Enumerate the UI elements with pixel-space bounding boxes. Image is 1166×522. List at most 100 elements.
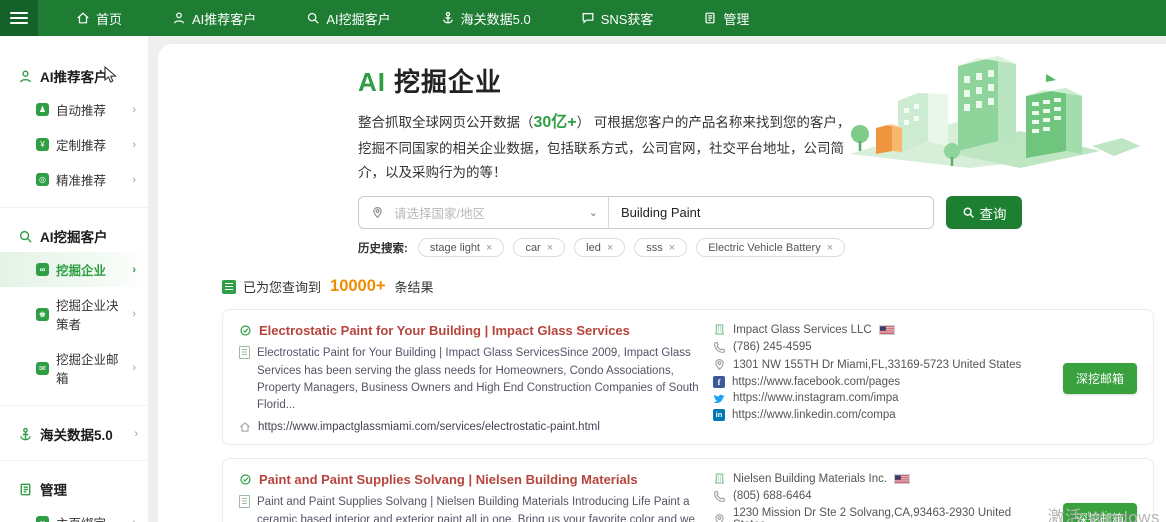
sidebar-section-ai-mining: AI挖掘客户 ∞ 挖掘企业 › ♚ 挖掘企业决策者 › ✉ 挖掘企业邮箱 › (0, 216, 148, 406)
result-description-row: Electrostatic Paint for Your Building | … (239, 345, 699, 414)
tag-close-icon[interactable]: × (607, 242, 613, 254)
sidebar-header-customs[interactable]: 海关数据5.0 › (0, 418, 148, 450)
company-name: Impact Glass Services LLC (733, 324, 872, 336)
company-row: Nielsen Building Materials Inc. (713, 472, 1041, 485)
linkedin-row[interactable]: in https://www.linkedin.com/compa (713, 409, 1041, 421)
phone-row: (805) 688-6464 (713, 490, 1041, 503)
document-icon (18, 482, 33, 497)
sidebar-header-ai-mining[interactable]: AI挖掘客户 (0, 220, 148, 252)
sidebar-header-label: AI推荐客户 (40, 66, 108, 86)
page-title-rest: 挖掘企业 (394, 67, 502, 97)
mine-company-icon: ∞ (36, 263, 49, 276)
sidebar-section-ai-recommend: AI推荐客户 ♟ 自动推荐 › ¥ 定制推荐 › ◎ 精准推荐 › (0, 56, 148, 208)
history-label: 历史搜索: (358, 240, 408, 256)
search-button-label: 查询 (980, 203, 1007, 223)
country-select[interactable]: 请选择国家/地区 ⌄ (359, 197, 609, 228)
description-doc-icon (239, 495, 250, 508)
tag-close-icon[interactable]: × (486, 242, 492, 254)
nav-item-manage[interactable]: 管理 (689, 0, 763, 36)
page-title: AI挖掘企业 (358, 62, 1166, 99)
sidebar-item-custom-recommend[interactable]: ¥ 定制推荐 › (0, 127, 148, 162)
sidebar-section-manage: 管理 ∞ 主页绑定 › ★ 收藏客户 › ✉ 邮箱设置 › (0, 469, 148, 522)
result-title-row[interactable]: Electrostatic Paint for Your Building | … (239, 323, 699, 338)
address-row: 1301 NW 155TH Dr Miami,FL,33169-5723 Uni… (713, 358, 1041, 371)
result-url-link[interactable]: https://www.impactglassmiami.com/service… (258, 421, 600, 433)
tag-label: car (525, 242, 540, 254)
chevron-right-icon: › (132, 104, 136, 116)
history-tag[interactable]: stage light× (418, 238, 505, 257)
building-icon (713, 323, 726, 336)
chevron-right-icon: › (132, 517, 136, 522)
sidebar-item-mine-decision-maker[interactable]: ♚ 挖掘企业决策者 › (0, 287, 148, 341)
facebook-row[interactable]: f https://www.facebook.com/pages (713, 376, 1041, 388)
history-tag[interactable]: led× (574, 238, 625, 257)
windows-activation-watermark: 激活 Windows (1047, 503, 1160, 522)
location-pin-icon (371, 206, 384, 219)
nav-item-label: 首页 (96, 9, 122, 28)
search-bar: 请选择国家/地区 ⌄ 查询 (358, 196, 1166, 229)
twitter-bird-icon (713, 393, 726, 404)
nav-item-ai-mining[interactable]: AI挖掘客户 (292, 0, 404, 36)
sidebar-item-homepage-binding[interactable]: ∞ 主页绑定 › (0, 505, 148, 522)
globe-badge-icon (239, 473, 252, 486)
hamburger-menu-icon[interactable] (0, 0, 38, 36)
search-input[interactable] (609, 197, 933, 228)
history-tag[interactable]: car × (513, 238, 565, 257)
sidebar-item-label: 自动推荐 (56, 100, 106, 119)
linkedin-link[interactable]: https://www.linkedin.com/compa (732, 409, 896, 421)
search-box: 请选择国家/地区 ⌄ (358, 196, 934, 229)
search-icon (18, 229, 33, 244)
nav-item-home[interactable]: 首页 (62, 0, 136, 36)
address-row: 1230 Mission Dr Ste 2 Solvang,CA,93463-2… (713, 507, 1041, 522)
description-doc-icon (239, 346, 250, 359)
result-title-link[interactable]: Paint and Paint Supplies Solvang | Niels… (259, 472, 638, 487)
hero-section: AI挖掘企业 整合抓取全球网页公开数据（30亿+） 可根据您客户的产品名称来找到… (158, 44, 1166, 184)
sidebar-header-label: 管理 (40, 479, 67, 499)
globe-badge-icon (239, 324, 252, 337)
person-icon (18, 69, 33, 84)
company-address: 1230 Mission Dr Ste 2 Solvang,CA,93463-2… (733, 507, 1041, 522)
tag-close-icon[interactable]: × (669, 242, 675, 254)
history-tag[interactable]: sss× (634, 238, 687, 257)
dig-email-button[interactable]: 深挖邮箱 (1063, 363, 1137, 394)
sidebar-item-label: 挖掘企业 (56, 260, 106, 279)
twitter-row[interactable]: https://www.instagram.com/impa (713, 392, 1041, 404)
desc-highlight: 30亿+ (534, 114, 577, 131)
tag-close-icon[interactable]: × (547, 242, 553, 254)
phone-row: (786) 245-4595 (713, 341, 1041, 354)
chevron-right-icon: › (132, 362, 136, 374)
history-tag[interactable]: Electric Vehicle Battery× (696, 238, 845, 257)
phone-icon (713, 341, 726, 354)
nav-item-customs-data[interactable]: 海关数据5.0 (427, 0, 545, 36)
result-card: Paint and Paint Supplies Solvang | Niels… (222, 458, 1154, 522)
chevron-right-icon: › (132, 139, 136, 151)
sidebar-item-precise-recommend[interactable]: ◎ 精准推荐 › (0, 162, 148, 197)
count-suffix: 条结果 (395, 277, 434, 296)
sidebar-item-auto-recommend[interactable]: ♟ 自动推荐 › (0, 92, 148, 127)
twitter-link[interactable]: https://www.instagram.com/impa (733, 392, 899, 404)
chevron-right-icon: › (132, 308, 136, 320)
result-title-row[interactable]: Paint and Paint Supplies Solvang | Niels… (239, 472, 699, 487)
nav-item-ai-recommend[interactable]: AI推荐客户 (158, 0, 270, 36)
result-card-right: Nielsen Building Materials Inc. (805) 68… (699, 472, 1041, 522)
tag-close-icon[interactable]: × (827, 242, 833, 254)
result-title-link[interactable]: Electrostatic Paint for Your Building | … (259, 323, 630, 338)
result-url-row[interactable]: https://www.impactglassmiami.com/service… (239, 421, 699, 433)
result-description: Paint and Paint Supplies Solvang | Niels… (257, 494, 699, 522)
sidebar-item-mine-company[interactable]: ∞ 挖掘企业 › (0, 252, 148, 287)
sidebar-item-label: 主页绑定 (56, 513, 106, 522)
location-pin-icon (713, 513, 726, 522)
homepage-binding-icon: ∞ (36, 516, 49, 522)
search-button[interactable]: 查询 (946, 196, 1022, 229)
desc-text: 整合抓取全球网页公开数据（ (358, 115, 534, 130)
nav-item-sns[interactable]: SNS获客 (567, 0, 668, 36)
search-icon (962, 206, 975, 219)
company-name: Nielsen Building Materials Inc. (733, 473, 887, 485)
sidebar-item-mine-email[interactable]: ✉ 挖掘企业邮箱 › (0, 341, 148, 395)
search-icon (306, 11, 320, 25)
sidebar-header-ai-recommend[interactable]: AI推荐客户 (0, 60, 148, 92)
sidebar-header-manage[interactable]: 管理 (0, 473, 148, 505)
mine-email-icon: ✉ (36, 362, 49, 375)
facebook-link[interactable]: https://www.facebook.com/pages (732, 376, 900, 388)
nav-item-label: AI挖掘客户 (326, 9, 390, 28)
